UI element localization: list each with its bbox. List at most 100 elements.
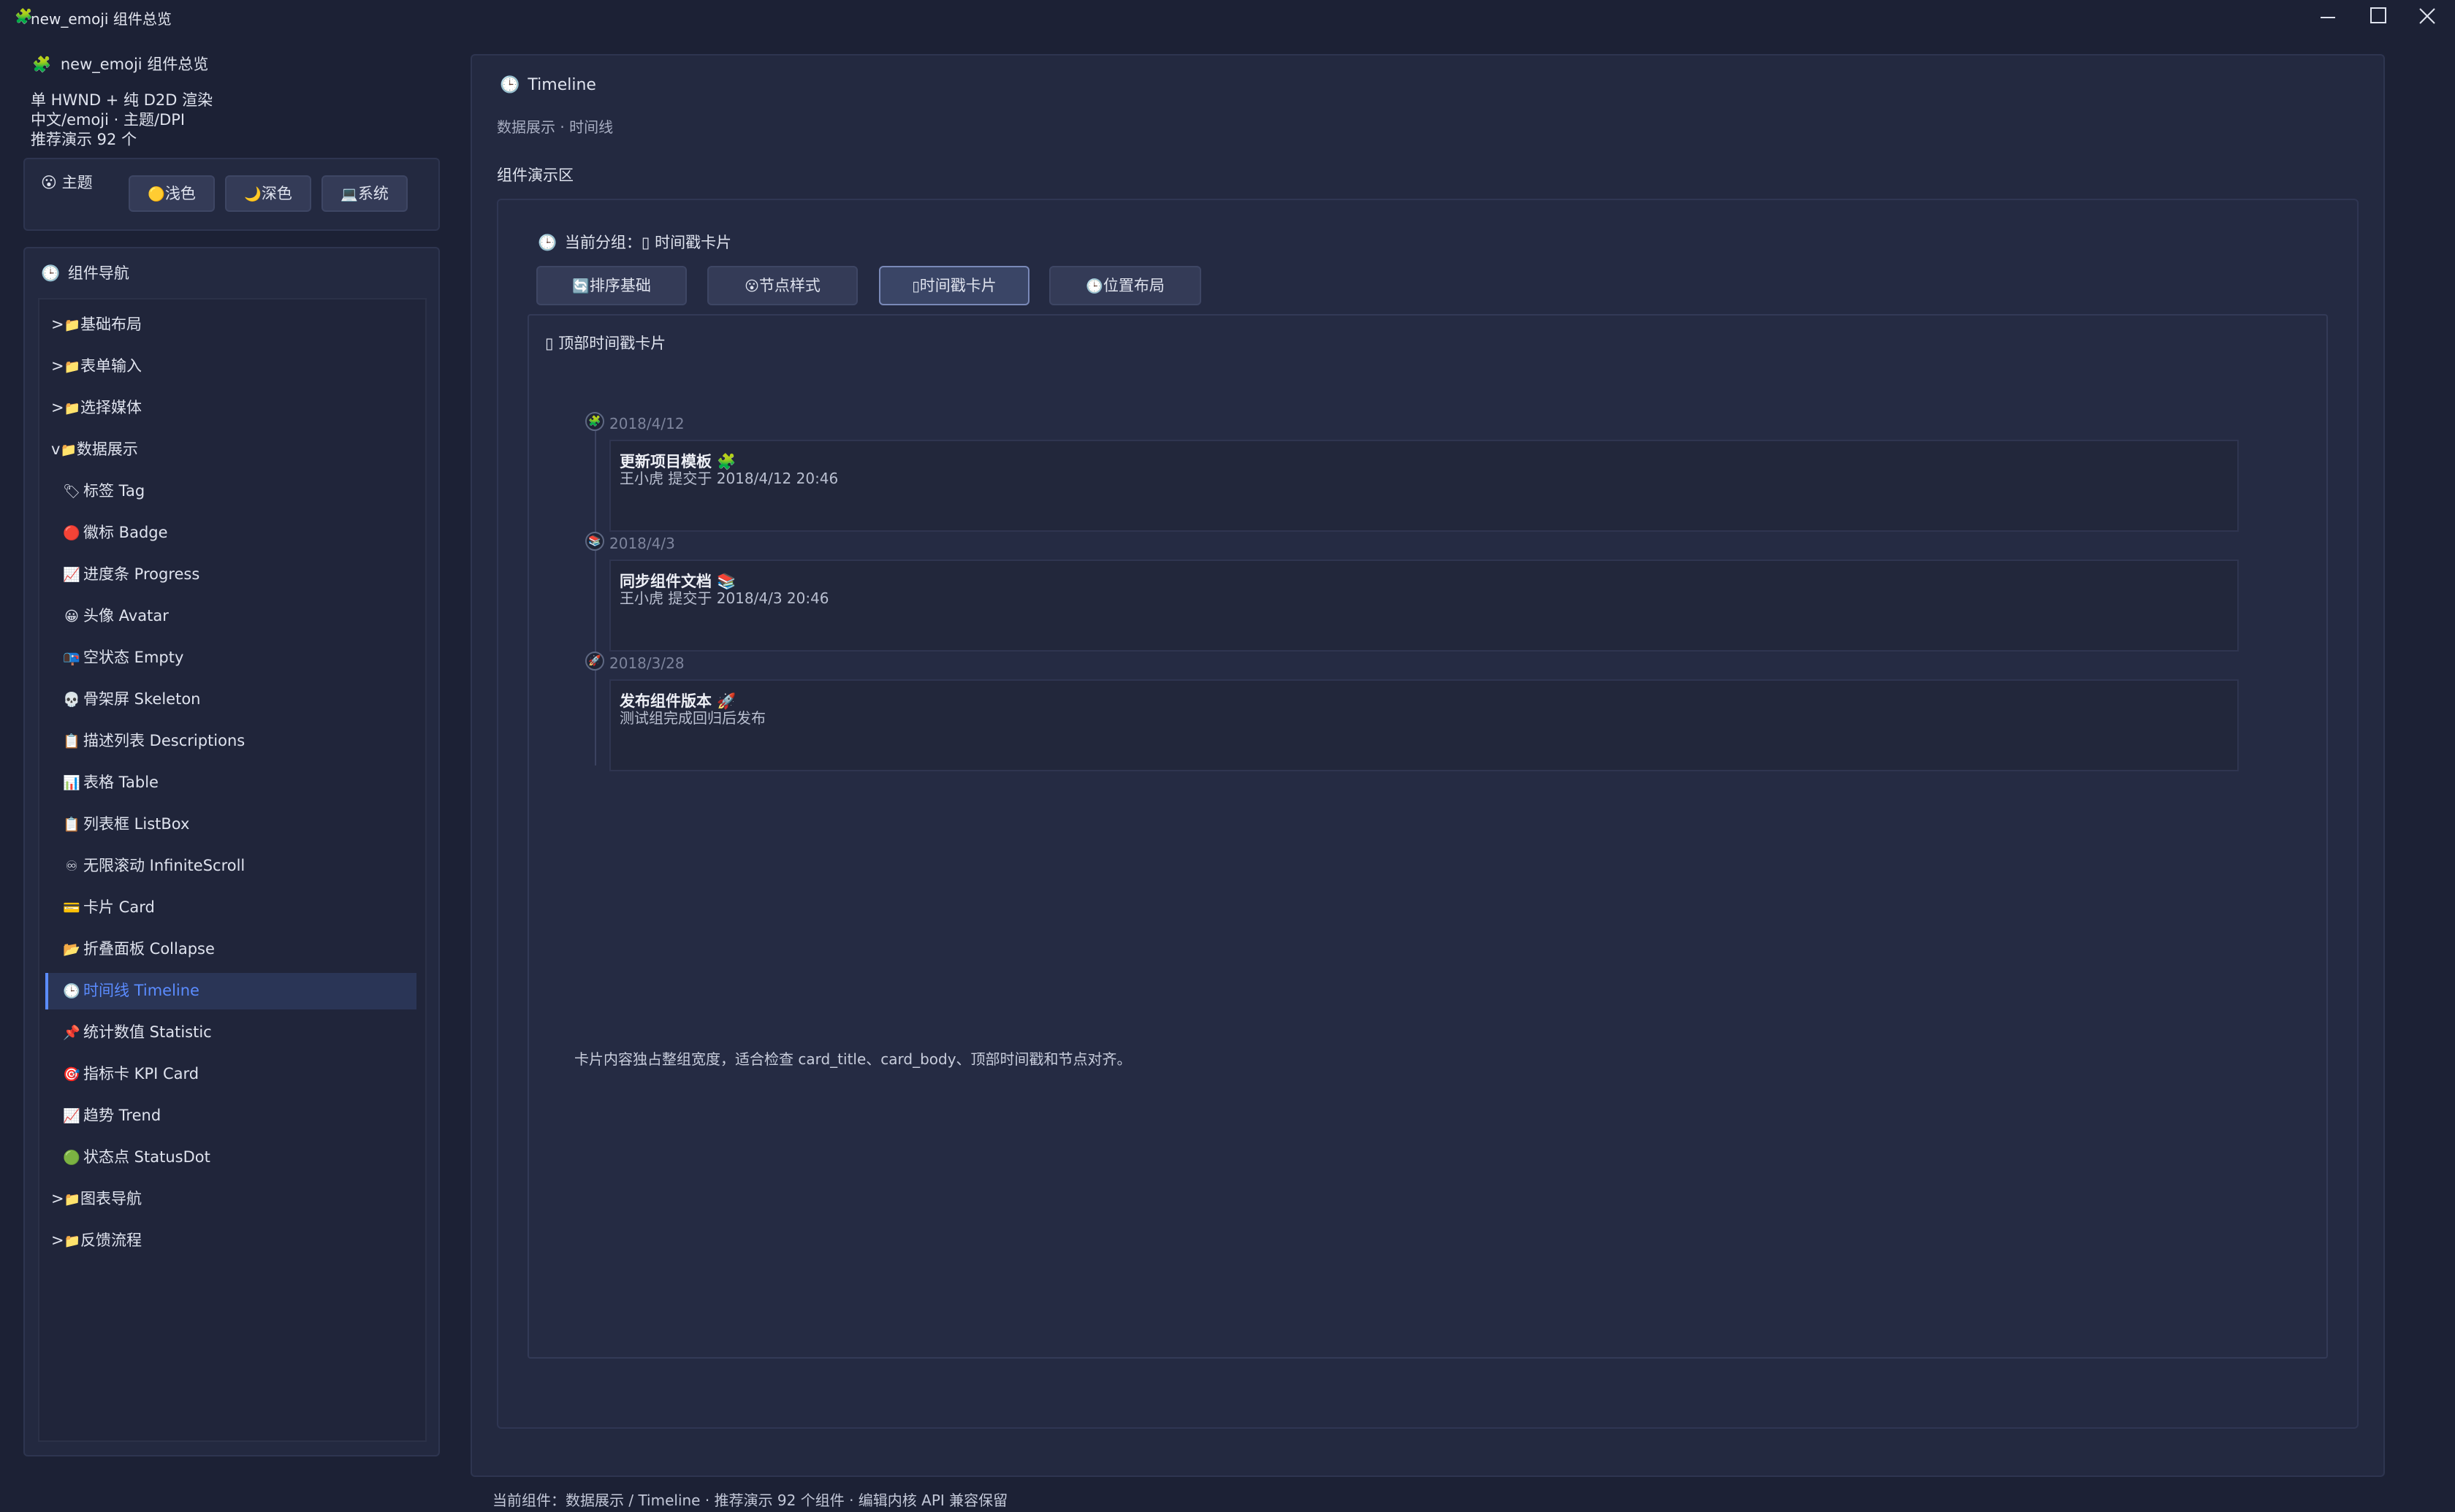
nav-item-icon: 📋	[63, 817, 80, 833]
theme-light-button[interactable]: 🟡浅色	[129, 175, 215, 212]
tab-position-layout[interactable]: 🕒位置布局	[1049, 266, 1201, 305]
maximize-icon	[2370, 7, 2386, 23]
refresh-icon: 🔄	[572, 278, 590, 294]
nav-item[interactable]: 📌 统计数值 Statistic	[63, 1013, 212, 1051]
nav-item[interactable]: 💳 卡片 Card	[63, 888, 155, 926]
nav-item-icon: 🏷	[63, 484, 81, 500]
timeline-card: 更新项目模板 🧩 王小虎 提交于 2018/4/12 20:46	[609, 440, 2239, 532]
nav-item-label: 进度条 Progress	[83, 565, 200, 583]
timeline-date: 2018/3/28	[609, 654, 685, 672]
demo-area-label: 组件演示区	[497, 167, 574, 184]
nav-item-icon: 🟢	[63, 1150, 80, 1166]
nav-item[interactable]: 💀 骨架屏 Skeleton	[63, 680, 200, 718]
nav-item[interactable]: 🟢 状态点 StatusDot	[63, 1138, 210, 1176]
nav-item[interactable]: 🎯 指标卡 KPI Card	[63, 1055, 199, 1093]
nav-item-icon: 💀	[63, 692, 80, 708]
page-title: 🕒 Timeline	[500, 76, 596, 94]
nav-group[interactable]: >📁图表导航	[51, 1180, 142, 1218]
minimize-button[interactable]	[2303, 0, 2353, 32]
nav-item-label: 时间线 Timeline	[83, 982, 199, 999]
nav-item[interactable]: 📋 列表框 ListBox	[63, 805, 189, 843]
nav-group-label: 基础布局	[80, 316, 142, 333]
current-group: 🕒 当前分组：▯ 时间戳卡片	[538, 234, 732, 251]
nav-item-icon: ♾	[65, 858, 78, 874]
nav-item[interactable]: 📂 折叠面板 Collapse	[63, 930, 215, 968]
nav-item-icon: 🕒	[63, 983, 80, 999]
puzzle-icon: 🧩	[32, 56, 52, 73]
moon-icon: 🌙	[244, 186, 262, 202]
nav-group-label: 表单输入	[80, 357, 142, 375]
timeline-card: 发布组件版本 🚀 测试组完成回归后发布	[609, 679, 2239, 771]
folder-icon: 📁	[64, 1192, 81, 1207]
nav-item-label: 头像 Avatar	[83, 607, 169, 625]
nav-item[interactable]: 📈 进度条 Progress	[63, 555, 199, 593]
nav-item-label: 状态点 StatusDot	[83, 1148, 210, 1166]
theme-dark-button[interactable]: 🌙深色	[225, 175, 311, 212]
status-bar: 当前组件：数据展示 / Timeline · 推荐演示 92 个组件 · 编辑内…	[492, 1492, 1008, 1509]
nav-item-label: 统计数值 Statistic	[83, 1023, 212, 1041]
maximize-button[interactable]	[2353, 0, 2402, 32]
theme-system-button[interactable]: 💻系统	[321, 175, 408, 212]
tab-node-style[interactable]: 😮节点样式	[707, 266, 858, 305]
nav-item-label: 徽标 Badge	[83, 524, 168, 541]
nav-group[interactable]: >📁选择媒体	[51, 389, 142, 427]
info-line: 推荐演示 92 个	[31, 131, 137, 148]
nav-group[interactable]: >📁基础布局	[51, 305, 142, 343]
clock-icon: 🕒	[1086, 278, 1103, 294]
nav-item[interactable]: 🕒 时间线 Timeline	[63, 971, 199, 1009]
nav-item-label: 折叠面板 Collapse	[83, 940, 215, 958]
nav-item[interactable]: 🏷 标签 Tag	[63, 472, 145, 510]
nav-item[interactable]: 📊 表格 Table	[63, 763, 159, 801]
nav-item[interactable]: 📈 趋势 Trend	[63, 1096, 161, 1134]
timeline-node: 📚	[585, 532, 604, 551]
expand-chevron-icon: >	[51, 357, 64, 375]
folder-icon: 📁	[64, 1234, 81, 1249]
nav-item[interactable]: 😀 头像 Avatar	[63, 597, 169, 635]
expand-chevron-icon: >	[51, 1232, 64, 1249]
nav-group-label: 数据展示	[76, 440, 138, 458]
nav-group[interactable]: >📁表单输入	[51, 347, 142, 385]
nav-label: 🕒 组件导航	[41, 264, 129, 282]
timeline-node: 🚀	[585, 652, 604, 671]
sidebar-app-title: 🧩 new_emoji 组件总览	[32, 56, 209, 73]
expand-chevron-icon: v	[51, 440, 61, 458]
card-body: 王小虎 提交于 2018/4/12 20:46	[620, 470, 839, 487]
nav-item-icon: 😀	[64, 608, 79, 625]
laptop-icon: 💻	[340, 186, 358, 202]
folder-icon: 📁	[64, 359, 81, 375]
info-line: 单 HWND + 纯 D2D 渲染	[31, 91, 213, 109]
nav-item-label: 卡片 Card	[83, 898, 155, 916]
clock-icon: 🕒	[538, 234, 557, 251]
nav-item-icon: 🎯	[63, 1066, 80, 1083]
tab-sort-basic[interactable]: 🔄排序基础	[536, 266, 687, 305]
nav-item[interactable]: 📋 描述列表 Descriptions	[63, 722, 245, 760]
nav-group[interactable]: >📁反馈流程	[51, 1221, 142, 1259]
close-icon	[2419, 8, 2435, 24]
nav-item-label: 空状态 Empty	[83, 649, 184, 666]
nav-item-label: 指标卡 KPI Card	[83, 1065, 199, 1083]
nav-item[interactable]: 🔴 徽标 Badge	[63, 513, 168, 551]
nav-group[interactable]: v📁数据展示	[51, 430, 138, 468]
tab-timestamp-card[interactable]: ▯时间戳卡片	[879, 266, 1029, 305]
nav-item[interactable]: 📭 空状态 Empty	[63, 638, 183, 676]
nav-group-label: 反馈流程	[80, 1232, 142, 1249]
expand-chevron-icon: >	[51, 1190, 64, 1207]
close-button[interactable]	[2402, 0, 2452, 32]
expand-chevron-icon: >	[51, 316, 64, 333]
timeline-date: 2018/4/3	[609, 535, 675, 552]
timeline-date: 2018/4/12	[609, 415, 685, 432]
folder-icon: 📁	[60, 443, 77, 458]
nav-item-label: 表格 Table	[83, 774, 159, 791]
nav-item-icon: 📈	[63, 1108, 80, 1124]
folder-icon: 📁	[64, 401, 81, 416]
nav-item[interactable]: ♾ 无限滚动 InfiniteScroll	[63, 847, 245, 885]
info-line: 中文/emoji · 主题/DPI	[31, 111, 186, 129]
timeline-card: 同步组件文档 📚 王小虎 提交于 2018/4/3 20:46	[609, 560, 2239, 652]
timeline-node: 🧩	[585, 412, 604, 431]
nav-item-label: 无限滚动 InfiniteScroll	[83, 857, 246, 874]
nav-item-icon: 🔴	[63, 525, 80, 541]
nav-item-label: 列表框 ListBox	[83, 815, 190, 833]
nav-item-label: 趋势 Trend	[83, 1107, 161, 1124]
theme-panel: 😮 主题 🟡浅色 🌙深色 💻系统	[23, 158, 440, 231]
nav-item-icon: 📭	[63, 650, 80, 666]
